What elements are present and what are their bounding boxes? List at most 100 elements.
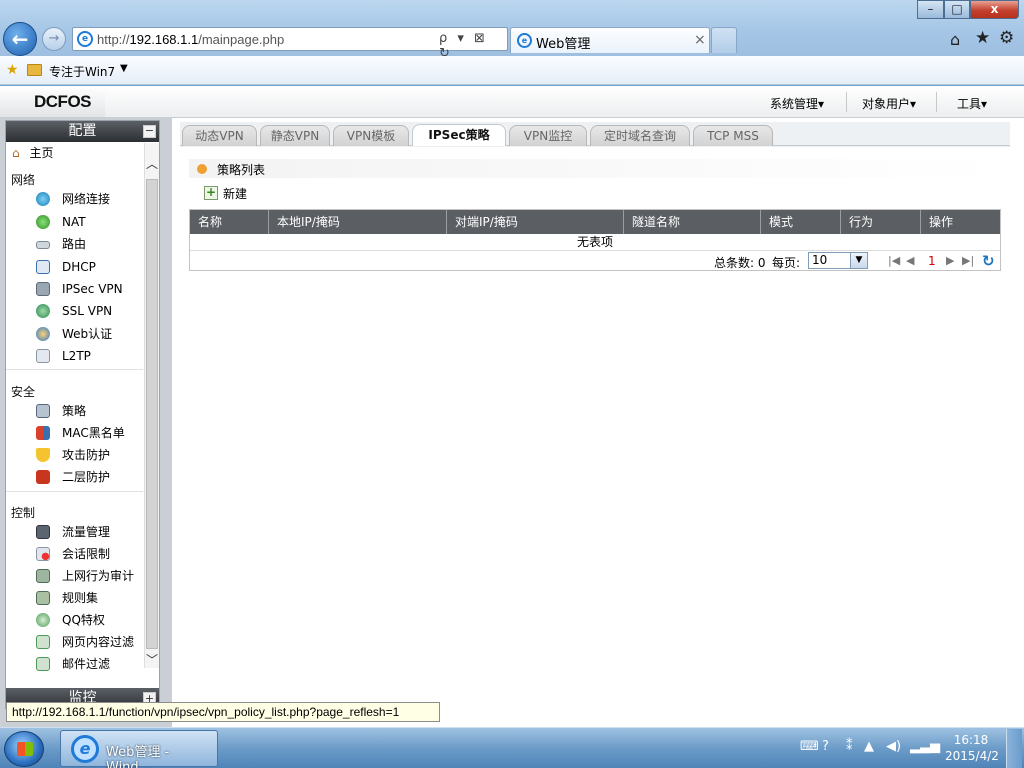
column-header-name[interactable]: 名称 [190,210,269,234]
per-page-value: 10 [812,253,828,267]
taskbar: e Web管理 - Wind... ⌨ ? ⁑ ▲ ◀) ▂▃▅ 16:18 2… [0,727,1024,768]
shield-icon [36,448,50,462]
maximize-button[interactable]: □ [944,0,970,19]
network-signal-icon[interactable]: ▂▃▅ [910,739,940,754]
column-header-local-ip[interactable]: 本地IP/掩码 [269,210,447,234]
show-hidden-icons-icon[interactable]: ▲ [864,739,874,754]
table-header: 名称 本地IP/掩码 对端IP/掩码 隧道名称 模式 行为 操作 [190,210,1000,234]
sidebar-group-control: 控制 [11,506,36,520]
tab-title: Web管理 [536,37,591,52]
sidebar-item-home[interactable]: ⌂ 主页 [12,144,53,161]
qq-icon [36,613,50,627]
chevron-down-icon[interactable]: ▼ [120,63,128,74]
menu-system-management[interactable]: 系统管理▾ [770,95,824,112]
first-page-icon[interactable]: |◀ [888,254,900,267]
tab-ipsec-policy[interactable]: IPSec策略 [412,124,506,146]
next-page-icon[interactable]: ▶ [946,254,954,267]
column-header-operation[interactable]: 操作 [921,210,1000,234]
audit-icon [36,569,50,583]
address-path: /mainpage.php [198,32,285,47]
sidebar-item-label: NAT [62,215,86,229]
tab-dynamic-vpn[interactable]: 动态VPN [182,125,257,146]
sidebar-region: 配置 − ⌂ 主页 网络 网络连接 NAT 路由 DHCP IPSec VPN … [0,118,172,727]
status-url-tooltip: http://192.168.1.1/function/vpn/ipsec/vp… [6,702,440,722]
scrollbar-thumb[interactable] [146,179,158,649]
volume-icon[interactable]: ◀) [886,739,901,754]
main-content: 动态VPN 静态VPN VPN模板 IPSec策略 VPN监控 定时域名查询 T… [172,118,1024,727]
web-auth-icon [36,327,50,341]
previous-page-icon[interactable]: ◀ [906,254,914,267]
address-bar[interactable]: e http://192.168.1.1/mainpage.php ρ ▾ ⊠ … [72,27,508,61]
ie-page-icon: e [77,31,93,47]
tab-static-vpn[interactable]: 静态VPN [260,125,330,146]
sidebar-item-label: 策略 [62,404,87,418]
favorite-item[interactable]: 专注于Win7 [49,63,115,80]
sidebar-item-label: SSL VPN [62,304,113,318]
web-filter-icon [36,635,50,649]
minimize-button[interactable]: – [917,0,944,19]
back-button[interactable]: ← [3,22,37,56]
sidebar-item-label: 二层防护 [62,470,111,484]
tab-vpn-monitor[interactable]: VPN监控 [509,125,587,146]
sidebar: 配置 − ⌂ 主页 网络 网络连接 NAT 路由 DHCP IPSec VPN … [5,120,160,709]
policy-icon [36,404,50,418]
new-tab-button[interactable] [711,27,737,53]
per-page-select[interactable]: 10 ▼ [808,252,868,269]
menu-tools[interactable]: 工具▾ [957,95,987,112]
column-header-peer-ip[interactable]: 对端IP/掩码 [447,210,624,234]
keyboard-icon[interactable]: ⌨ [800,739,819,754]
close-window-button[interactable]: x [970,0,1019,19]
current-page-number[interactable]: 1 [928,254,936,268]
router-icon [36,241,50,249]
forward-button[interactable]: → [42,27,66,51]
browser-toolbar: ← → e http://192.168.1.1/mainpage.php ρ … [0,0,1024,61]
web-app: DCFOS 系统管理▾ 对象用户▾ 工具▾ 配置 − ⌂ 主页 网络 网络连接 … [0,86,1024,727]
scroll-up-icon[interactable]: ︿ [146,155,158,172]
vpn-tabs: 动态VPN 静态VPN VPN模板 IPSec策略 VPN监控 定时域名查询 T… [180,122,1010,146]
clock-time[interactable]: 16:18 [945,733,997,747]
arp-icon [36,470,50,484]
network-share-icon[interactable]: ⁑ [846,739,853,754]
windows-logo-icon [17,742,33,756]
help-icon[interactable]: ? [822,739,829,754]
address-host: 192.168.1.1 [129,32,199,47]
sidebar-divider [6,491,143,492]
sidebar-item-label: 邮件过滤 [62,657,111,671]
folder-icon [27,64,42,76]
scroll-down-icon[interactable]: ﹀ [146,651,158,668]
taskbar-ie-window[interactable]: e Web管理 - Wind... [60,730,218,768]
new-policy-button[interactable]: 新建 [223,185,247,202]
add-favorite-icon[interactable]: ★ [6,62,19,78]
home-icon[interactable]: ⌂ [950,30,960,49]
menu-object-user[interactable]: 对象用户▾ [862,95,916,112]
sidebar-item-label: 上网行为审计 [62,569,135,583]
sidebar-scrollbar[interactable]: ︿ ﹀ [144,143,159,668]
tab-close-icon[interactable]: × [694,32,706,48]
last-page-icon[interactable]: ▶| [962,254,974,267]
bullet-icon [197,164,207,174]
sidebar-item-label: 主页 [29,146,54,160]
clock-date[interactable]: 2015/4/2 [945,749,999,763]
column-header-tunnel-name[interactable]: 隧道名称 [624,210,761,234]
collapse-icon[interactable]: − [143,125,156,138]
tab-scheduled-dns-query[interactable]: 定时域名查询 [590,125,690,146]
show-desktop-button[interactable] [1006,729,1022,768]
tab-vpn-template[interactable]: VPN模板 [333,125,409,146]
add-icon[interactable]: + [204,186,218,200]
column-header-mode[interactable]: 模式 [761,210,841,234]
chevron-down-icon[interactable]: ▼ [850,253,867,268]
favorites-star-icon[interactable]: ★ [975,28,990,48]
gear-icon[interactable]: ⚙ [999,28,1014,48]
ruleset-icon [36,591,50,605]
sidebar-header-label: 配置 [68,123,97,139]
column-header-action[interactable]: 行为 [841,210,921,234]
start-button[interactable] [4,731,44,767]
sidebar-item-label: DHCP [62,260,96,274]
mail-filter-icon [36,657,50,671]
address-text[interactable]: http://192.168.1.1/mainpage.php [97,32,284,47]
refresh-icon[interactable]: ↻ [982,252,995,270]
tab-tcp-mss[interactable]: TCP MSS [693,125,773,146]
per-page-label: 每页: [772,256,801,270]
address-scheme: http:// [97,32,130,47]
browser-tab[interactable]: e Web管理 × [510,27,710,53]
